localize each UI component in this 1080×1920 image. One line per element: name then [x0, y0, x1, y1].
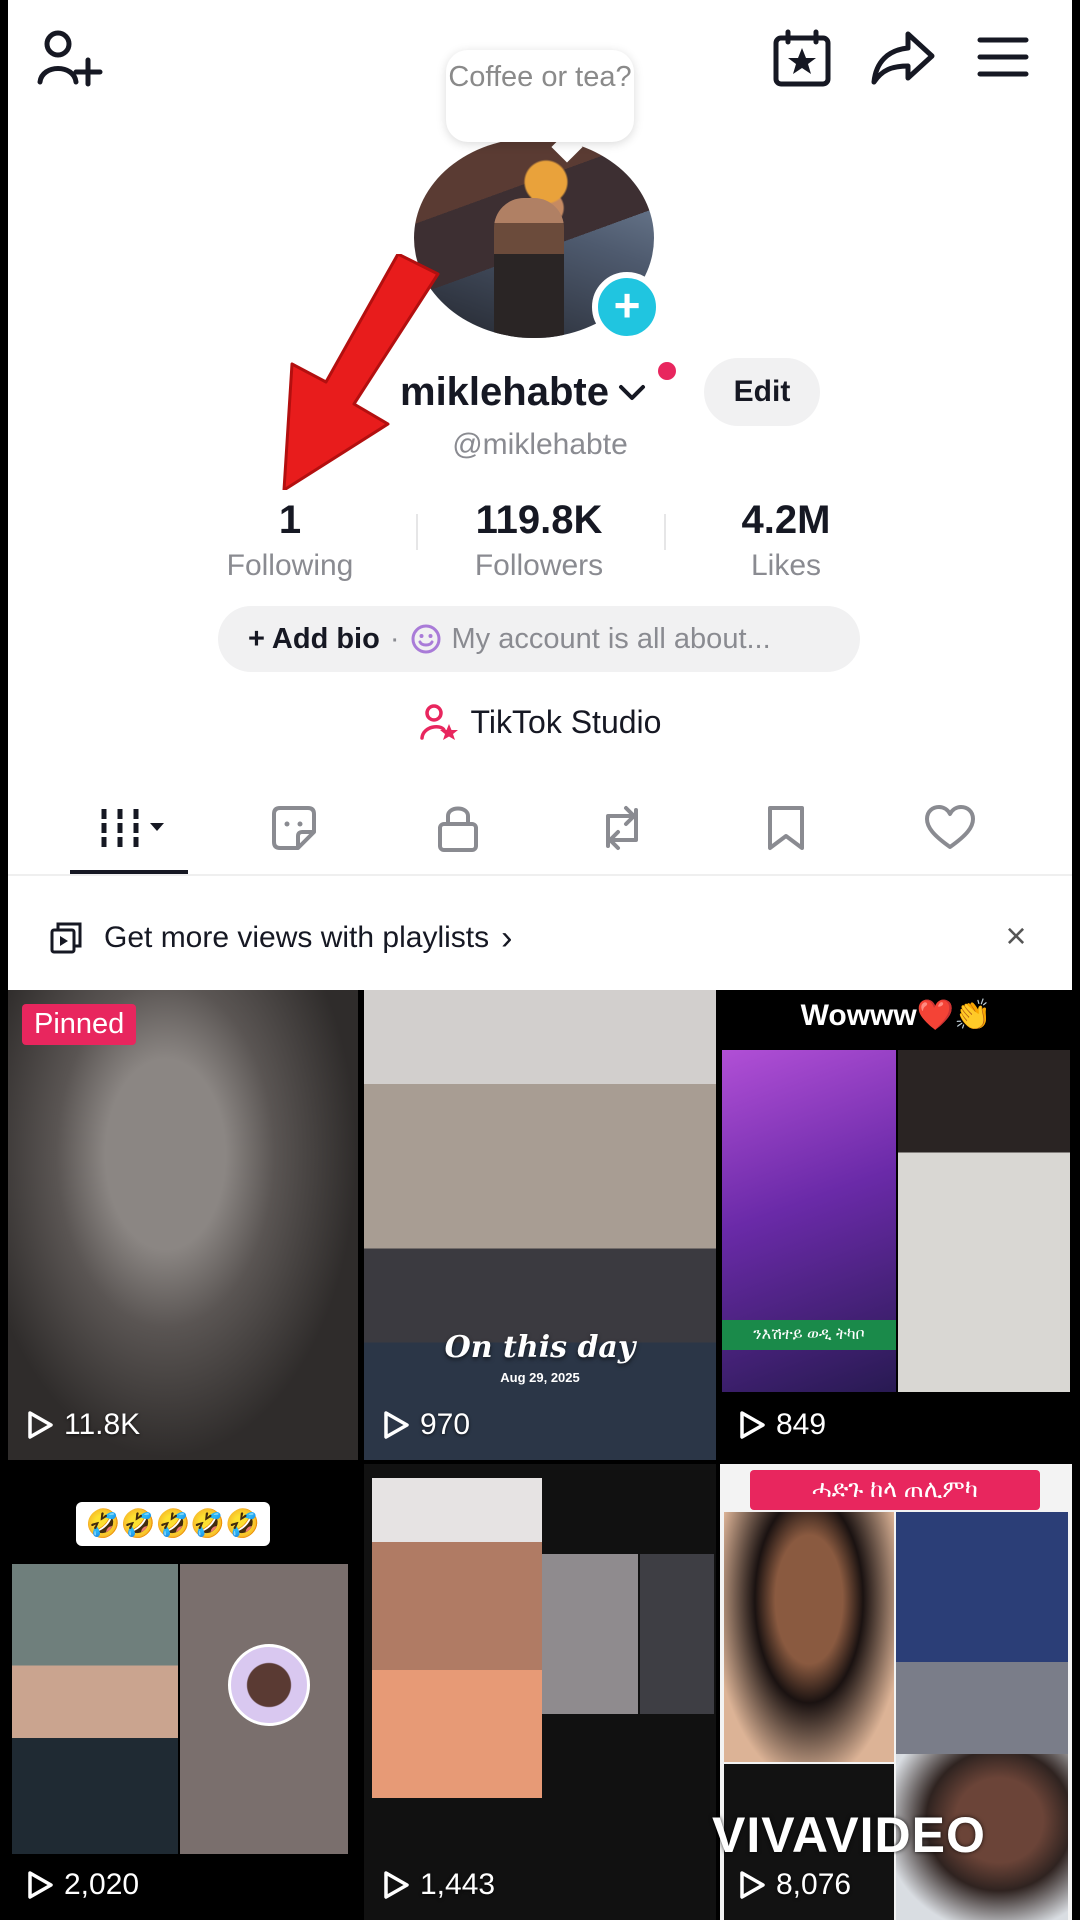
menu-icon[interactable] [974, 28, 1032, 86]
avatar-sticker [228, 1644, 310, 1726]
view-count-value: 849 [776, 1408, 827, 1441]
bio-placeholder: My account is all about... [451, 622, 771, 655]
stat-divider [664, 514, 666, 550]
studio-icon [419, 704, 458, 740]
chevron-down-icon [618, 385, 645, 400]
smile-icon [411, 624, 441, 654]
video-tile[interactable]: On this day Aug 29, 2025 970 [364, 990, 716, 1460]
tab-favorites[interactable] [254, 796, 334, 860]
screen: Coffee or tea? + miklehabte Edit @mikleh… [0, 0, 1080, 1920]
video-tile[interactable]: 1,443 [364, 1464, 716, 1920]
following-count: 1 [278, 498, 302, 542]
tab-reposts[interactable] [582, 796, 662, 860]
video-thumbnail [12, 1564, 178, 1854]
followers-count: 119.8K [475, 498, 603, 542]
view-count: 2,020 [26, 1868, 139, 1902]
avatar-photo [494, 198, 564, 338]
video-tile[interactable]: 🤣🤣🤣🤣🤣 2,020 [8, 1464, 358, 1920]
on-this-day-title: On this day [444, 1330, 636, 1365]
watermark: VIVAVIDEO [712, 1807, 986, 1863]
tiktok-studio-link[interactable]: TikTok Studio [0, 702, 1080, 742]
followers-label: Followers [474, 549, 604, 582]
add-story-button[interactable]: + [592, 272, 662, 342]
view-count-value: 1,443 [420, 1868, 496, 1901]
playlist-banner[interactable]: Get more views with playlists › [8, 896, 1072, 980]
following-label: Following [226, 549, 354, 582]
chevron-right-icon: › [501, 918, 513, 957]
bookmark-icon [768, 806, 804, 850]
on-this-day-date: Aug 29, 2025 [500, 1370, 580, 1385]
video-tile[interactable]: Wowww❤️👏 ንእሽተይ ወዲ ትካቦ 849 [720, 990, 1072, 1460]
annotation-arrow [282, 254, 440, 490]
view-count-value: 2,020 [64, 1868, 140, 1901]
play-icon [384, 1411, 409, 1439]
video-thumbnail [542, 1554, 638, 1714]
add-friend-icon[interactable] [36, 26, 108, 90]
followers-stat[interactable]: 119.8K Followers [429, 496, 649, 586]
play-icon [384, 1871, 409, 1899]
likes-label: Likes [750, 549, 822, 582]
likes-stat[interactable]: 4.2M Likes [676, 496, 896, 586]
play-icon [28, 1871, 53, 1899]
likes-count: 4.2M [741, 498, 831, 542]
view-count: 849 [738, 1408, 826, 1442]
pinned-badge: Pinned [22, 1004, 137, 1045]
video-caption: Wowww❤️👏 [800, 999, 992, 1032]
speech-bubble[interactable]: Coffee or tea? [446, 50, 634, 142]
playlist-icon [50, 922, 82, 954]
add-bio-button[interactable]: + Add bio · My account is all about... [218, 606, 860, 672]
notification-dot [658, 362, 676, 380]
share-icon[interactable] [868, 26, 938, 90]
grid-icon [101, 809, 164, 847]
user-handle: @miklehabte [452, 428, 628, 461]
video-thumbnail [898, 1050, 1070, 1392]
edit-profile-button[interactable]: Edit [704, 358, 820, 426]
play-icon [740, 1871, 765, 1899]
close-icon[interactable]: × [996, 916, 1036, 956]
calendar-star-icon[interactable] [770, 26, 834, 90]
video-caption: 🤣🤣🤣🤣🤣 [76, 1502, 270, 1546]
heart-icon [925, 805, 975, 849]
play-icon [28, 1411, 53, 1439]
video-caption: ሓድጉ ከላ ጠሊምካ [750, 1470, 1040, 1510]
tab-videos[interactable] [80, 796, 180, 860]
video-tile[interactable]: Pinned 11.8K [8, 990, 358, 1460]
video-thumbnail [372, 1478, 542, 1798]
tab-saved[interactable] [746, 796, 826, 860]
stat-divider [416, 514, 418, 550]
lock-icon [438, 806, 478, 852]
view-count: 970 [382, 1408, 470, 1442]
tabs-divider [8, 874, 1072, 876]
view-count-value: 11.8K [64, 1408, 141, 1441]
bio-separator: · [389, 622, 400, 655]
tab-liked[interactable] [910, 796, 990, 860]
video-thumbnail [640, 1554, 714, 1714]
following-stat[interactable]: 1 Following [180, 496, 400, 586]
view-count-value: 970 [420, 1408, 471, 1441]
view-count: 1,443 [382, 1868, 495, 1902]
video-subtitle: ንእሽተይ ወዲ ትካቦ [722, 1320, 896, 1350]
playlist-banner-text: Get more views with playlists [104, 921, 490, 954]
view-count: 8,076 [738, 1868, 851, 1902]
view-count: 11.8K [26, 1408, 140, 1442]
sticker-icon [272, 806, 316, 850]
repost-icon [606, 806, 638, 850]
add-bio-label: + Add bio [248, 622, 380, 655]
video-thumbnail [896, 1512, 1068, 1762]
video-thumbnail [724, 1512, 894, 1762]
tiktok-studio-label: TikTok Studio [470, 703, 662, 740]
play-icon [740, 1411, 765, 1439]
view-count-value: 8,076 [776, 1868, 852, 1901]
tab-private[interactable] [418, 796, 498, 860]
